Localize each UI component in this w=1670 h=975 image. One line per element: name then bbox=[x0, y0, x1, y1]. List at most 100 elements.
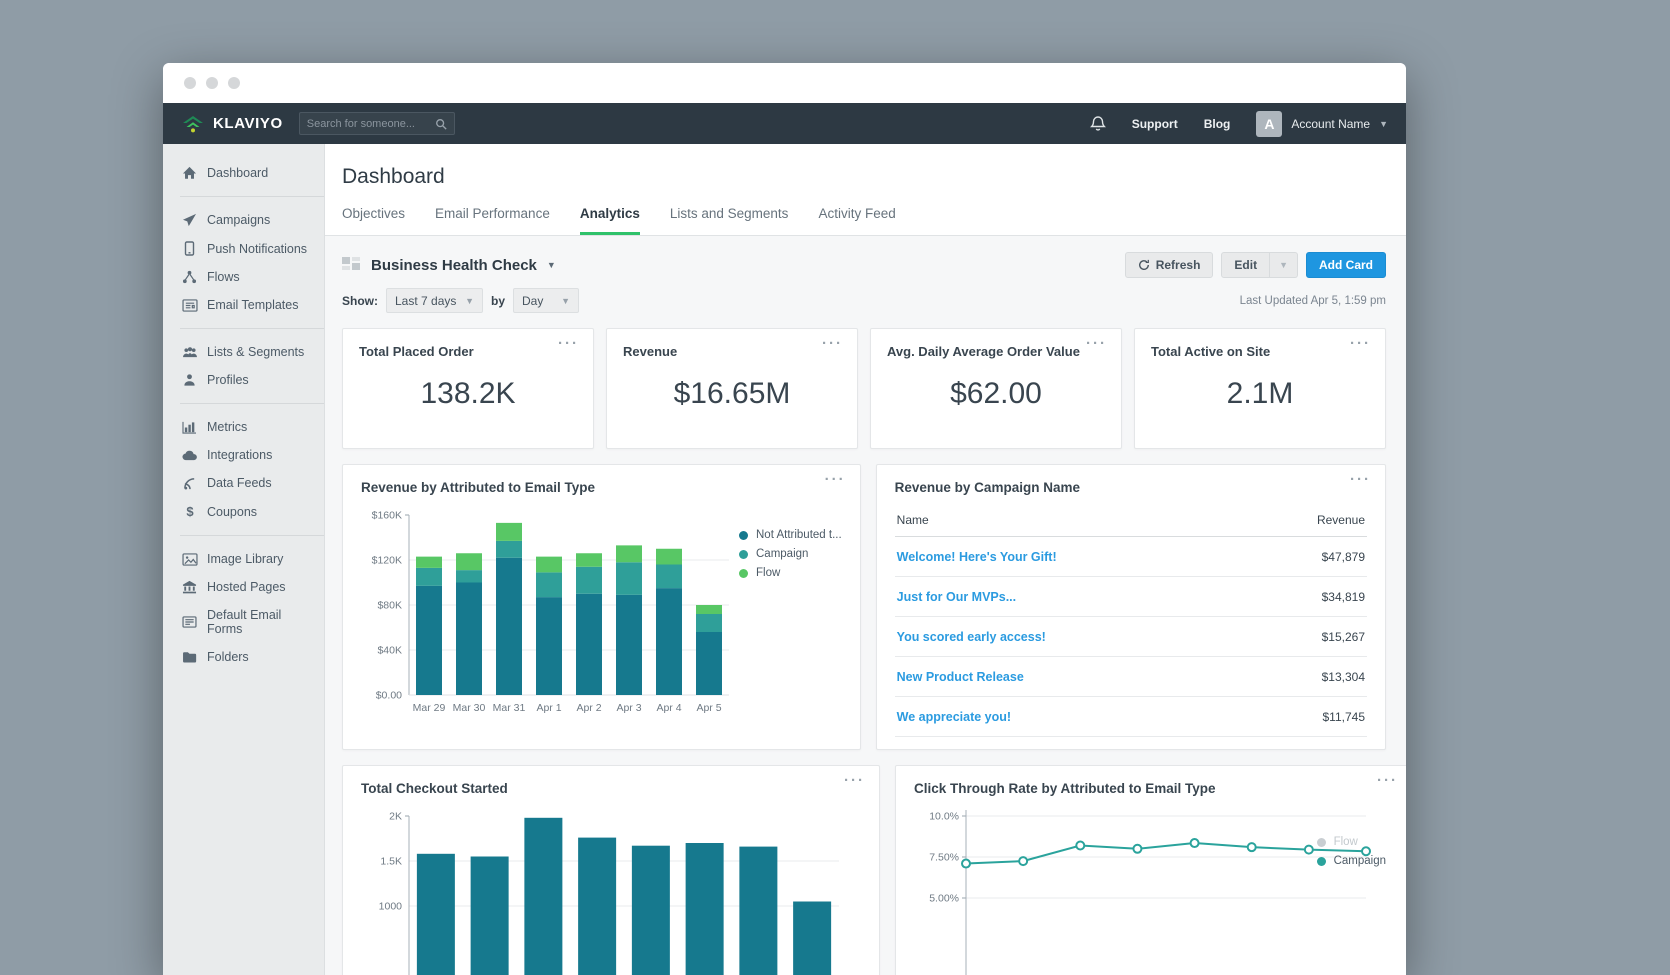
tab-activity-feed[interactable]: Activity Feed bbox=[818, 206, 895, 235]
campaign-link[interactable]: Welcome! Here's Your Gift! bbox=[897, 550, 1057, 564]
page-title: Dashboard bbox=[342, 165, 1406, 189]
stat-card-total-active-on-site: Total Active on Site···2.1M bbox=[1134, 328, 1386, 449]
sidebar-item-image-library[interactable]: Image Library bbox=[163, 545, 324, 573]
blog-link[interactable]: Blog bbox=[1204, 117, 1231, 131]
dashboard-view-switcher[interactable]: Business Health Check ▼ bbox=[342, 257, 556, 274]
edit-label: Edit bbox=[1234, 258, 1257, 272]
sidebar-item-folders[interactable]: Folders bbox=[163, 643, 324, 671]
chart-legend: Flow Campaign bbox=[1317, 836, 1386, 874]
svg-text:7.50%: 7.50% bbox=[929, 852, 959, 864]
refresh-button[interactable]: Refresh bbox=[1125, 252, 1214, 278]
sidebar-item-coupons[interactable]: $ Coupons bbox=[163, 497, 324, 526]
edit-button[interactable]: Edit bbox=[1221, 252, 1270, 278]
window-dot bbox=[184, 77, 196, 89]
stat-card-value: $62.00 bbox=[871, 377, 1121, 411]
sidebar-item-hosted-pages[interactable]: Hosted Pages bbox=[163, 573, 324, 601]
table-header-row: NameRevenue bbox=[895, 505, 1367, 537]
interval-select[interactable]: Day ▼ bbox=[513, 288, 579, 313]
chevron-down-icon: ▼ bbox=[465, 296, 474, 306]
card-menu-button[interactable]: ··· bbox=[1377, 772, 1398, 789]
global-search[interactable] bbox=[299, 112, 455, 135]
notifications-bell-icon[interactable] bbox=[1090, 115, 1106, 132]
dashboard-toolbar: Business Health Check ▼ Refresh bbox=[342, 252, 1386, 278]
sidebar-item-campaigns[interactable]: Campaigns bbox=[163, 206, 324, 234]
svg-text:Mar 30: Mar 30 bbox=[453, 702, 486, 714]
support-link[interactable]: Support bbox=[1132, 117, 1178, 131]
view-title: Business Health Check bbox=[371, 257, 537, 274]
stat-card-title: Avg. Daily Average Order Value bbox=[887, 344, 1080, 359]
campaign-revenue-value: $47,879 bbox=[1322, 550, 1365, 564]
sidebar-item-label: Coupons bbox=[207, 505, 257, 519]
account-name: Account Name bbox=[1291, 117, 1370, 131]
sidebar-item-profiles[interactable]: Profiles bbox=[163, 366, 324, 394]
refresh-label: Refresh bbox=[1156, 258, 1201, 272]
tab-objectives[interactable]: Objectives bbox=[342, 206, 405, 235]
card-menu-button[interactable]: ··· bbox=[822, 335, 843, 352]
sidebar-item-data-feeds[interactable]: Data Feeds bbox=[163, 469, 324, 497]
legend-item-campaign[interactable]: Campaign bbox=[1317, 855, 1386, 867]
charts-row-2: Total Checkout Started ··· 10001.5K2K Cl… bbox=[342, 765, 1386, 975]
sidebar-item-integrations[interactable]: Integrations bbox=[163, 441, 324, 469]
card-menu-button[interactable]: ··· bbox=[1350, 471, 1371, 488]
sidebar-item-push-notifications[interactable]: Push Notifications bbox=[163, 234, 324, 263]
stat-card-value: $16.65M bbox=[607, 377, 857, 411]
campaign-link[interactable]: We appreciate you! bbox=[897, 710, 1011, 724]
brand-name: KLAVIYO bbox=[213, 115, 283, 132]
account-menu[interactable]: A Account Name ▼ bbox=[1256, 111, 1388, 137]
campaign-link[interactable]: Just for Our MVPs... bbox=[897, 590, 1016, 604]
svg-text:$: $ bbox=[186, 504, 194, 519]
legend-item-not-attributed-t[interactable]: Not Attributed t... bbox=[739, 529, 842, 541]
svg-text:$160K: $160K bbox=[372, 510, 402, 522]
svg-text:1000: 1000 bbox=[379, 901, 403, 913]
sidebar-item-flows[interactable]: Flows bbox=[163, 263, 324, 291]
card-menu-button[interactable]: ··· bbox=[1350, 335, 1371, 352]
card-menu-button[interactable]: ··· bbox=[558, 335, 579, 352]
sidebar-item-default-email-forms[interactable]: Default Email Forms bbox=[163, 601, 324, 643]
sidebar-item-email-templates[interactable]: Email Templates bbox=[163, 291, 324, 319]
stat-card-title: Revenue bbox=[623, 344, 677, 359]
column-header-revenue: Revenue bbox=[1317, 513, 1365, 527]
home-icon bbox=[181, 166, 198, 180]
people-icon bbox=[181, 346, 198, 359]
card-menu-button[interactable]: ··· bbox=[825, 471, 846, 488]
legend-item-campaign[interactable]: Campaign bbox=[739, 548, 842, 560]
sidebar-item-lists-segments[interactable]: Lists & Segments bbox=[163, 338, 324, 366]
campaign-link[interactable]: You scored early access! bbox=[897, 630, 1046, 644]
form-icon bbox=[181, 616, 198, 628]
window-dot bbox=[228, 77, 240, 89]
flows-icon bbox=[181, 270, 198, 284]
sidebar-item-label: Default Email Forms bbox=[207, 608, 316, 636]
campaign-link[interactable]: New Product Release bbox=[897, 670, 1024, 684]
edit-dropdown-button[interactable]: ▼ bbox=[1270, 252, 1298, 278]
search-input[interactable] bbox=[307, 118, 435, 130]
sidebar-item-metrics[interactable]: Metrics bbox=[163, 413, 324, 441]
stat-cards-row: Total Placed Order···138.2K Revenue ··· $16… bbox=[342, 328, 1386, 449]
date-range-select[interactable]: Last 7 days ▼ bbox=[386, 288, 483, 313]
klaviyo-logo[interactable]: KLAVIYO bbox=[181, 114, 283, 134]
card-menu-button[interactable]: ··· bbox=[1086, 335, 1107, 352]
add-card-button[interactable]: Add Card bbox=[1306, 252, 1386, 278]
svg-text:Apr 5: Apr 5 bbox=[696, 702, 721, 714]
svg-text:Apr 1: Apr 1 bbox=[536, 702, 561, 714]
legend-item-flow[interactable]: Flow bbox=[739, 567, 842, 579]
dashboard-tabs: Objectives Email Performance Analytics List… bbox=[342, 206, 1406, 235]
card-menu-button[interactable]: ··· bbox=[844, 772, 865, 789]
tab-email-performance[interactable]: Email Performance bbox=[435, 206, 550, 235]
avatar: A bbox=[1256, 111, 1282, 137]
stacked-bar-chart: $0.00$40K$80K$120K$160KMar 29Mar 30Mar 3… bbox=[361, 503, 733, 721]
klaviyo-flag-icon bbox=[181, 114, 205, 134]
template-icon bbox=[181, 299, 198, 312]
stat-card-total-placed-order: Total Placed Order···138.2K bbox=[342, 328, 594, 449]
refresh-icon bbox=[1138, 259, 1150, 271]
table-row: Welcome! Here's Your Gift! $47,879 bbox=[895, 537, 1367, 577]
legend-item-flow[interactable]: Flow bbox=[1317, 836, 1386, 848]
sidebar-item-dashboard[interactable]: Dashboard bbox=[163, 159, 324, 187]
svg-text:Apr 4: Apr 4 bbox=[656, 702, 681, 714]
tab-lists-and-segments[interactable]: Lists and Segments bbox=[670, 206, 789, 235]
tab-analytics[interactable]: Analytics bbox=[580, 206, 640, 235]
interval-value: Day bbox=[522, 294, 543, 308]
analytics-content: Business Health Check ▼ Refresh bbox=[325, 236, 1406, 975]
add-card-label: Add Card bbox=[1319, 258, 1373, 272]
rss-icon bbox=[181, 477, 198, 490]
legend-dot bbox=[739, 550, 748, 559]
